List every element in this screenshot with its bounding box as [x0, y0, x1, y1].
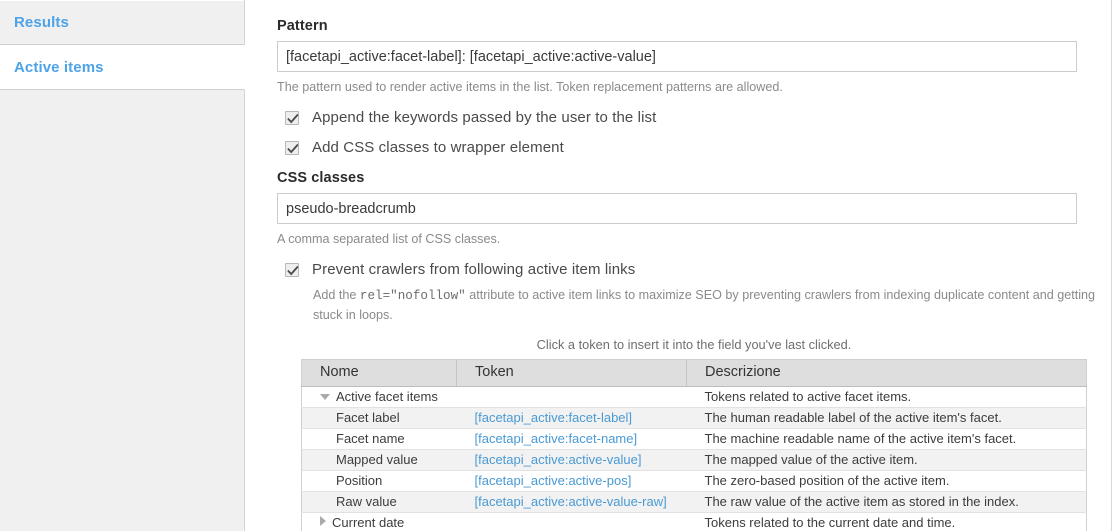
token-link[interactable]: [facetapi_active:active-pos]	[475, 473, 632, 488]
token-cell: [facetapi_active:facet-name]	[456, 428, 687, 450]
token-link[interactable]: [facetapi_active:facet-label]	[475, 410, 633, 425]
token-cell: [facetapi_active:active-value-raw]	[456, 491, 687, 513]
token-group-name: Active facet items	[301, 386, 457, 408]
token-description: The mapped value of the active item.	[686, 449, 1087, 471]
sidebar-item-active-items[interactable]: Active items	[0, 45, 245, 90]
table-row: Mapped value [facetapi_active:active-valu…	[301, 449, 1087, 471]
css-classes-description: A comma separated list of CSS classes.	[277, 232, 501, 246]
token-link[interactable]: [facetapi_active:active-value-raw]	[475, 494, 667, 509]
token-table-header-row: Nome Token Descrizione	[301, 359, 1087, 387]
token-name: Facet name	[301, 428, 457, 450]
facet-settings-page: Results Active items Pattern The pattern…	[0, 0, 1112, 531]
token-table-body: Active facet items Tokens related to acti…	[301, 386, 1087, 531]
settings-pane: Pattern The pattern used to render activ…	[246, 0, 1111, 531]
prevent-crawlers-checkbox[interactable]	[285, 262, 299, 277]
token-cell: [facetapi_active:facet-label]	[456, 407, 687, 429]
chevron-right-icon[interactable]	[320, 515, 326, 526]
token-cell	[456, 512, 687, 531]
vertical-tabs-sidebar: Results Active items	[0, 0, 245, 531]
token-group-label: Current date	[332, 514, 405, 530]
token-description: The machine readable name of the active …	[686, 428, 1087, 450]
token-cell	[456, 386, 687, 408]
checkmark-icon	[287, 265, 299, 275]
table-row: Active facet items Tokens related to acti…	[301, 386, 1087, 408]
sidebar-item-results-label: Results	[14, 14, 69, 31]
prevent-crawlers-row[interactable]: Prevent crawlers from following active i…	[277, 261, 1077, 278]
token-link[interactable]: [facetapi_active:active-value]	[475, 452, 642, 467]
sidebar-item-results[interactable]: Results	[0, 0, 244, 45]
sidebar-item-active-items-label: Active items	[14, 58, 104, 76]
append-keywords-row[interactable]: Append the keywords passed by the user t…	[277, 109, 1077, 126]
prevent-crawlers-label: Prevent crawlers from following active i…	[312, 261, 636, 278]
token-description: The zero-based position of the active it…	[686, 470, 1087, 492]
table-row: Facet name [facetapi_active:facet-name] Th…	[301, 428, 1087, 450]
add-css-classes-row[interactable]: Add CSS classes to wrapper element	[277, 139, 1077, 156]
css-classes-input[interactable]	[277, 193, 1077, 224]
add-css-classes-label: Add CSS classes to wrapper element	[312, 139, 564, 156]
token-cell: [facetapi_active:active-pos]	[456, 470, 687, 492]
token-name: Raw value	[301, 491, 457, 513]
nofollow-desc-before: Add the	[313, 288, 360, 302]
pattern-description: The pattern used to render active items …	[277, 80, 783, 94]
table-row: Position [facetapi_active:active-pos] The …	[301, 470, 1087, 492]
token-group-name: Current date	[301, 512, 457, 531]
chevron-down-icon[interactable]	[320, 393, 330, 400]
pattern-input[interactable]	[277, 41, 1077, 72]
token-browser-hint: Click a token to insert it into the fiel…	[536, 336, 852, 352]
token-description: Tokens related to the current date and t…	[686, 512, 1087, 531]
table-row: Raw value [facetapi_active:active-value-r…	[301, 491, 1087, 513]
column-header-name: Nome	[301, 359, 457, 387]
token-name: Mapped value	[301, 449, 457, 471]
table-row: Facet label [facetapi_active:facet-label]…	[301, 407, 1087, 429]
add-css-classes-checkbox[interactable]	[285, 140, 299, 155]
token-cell: [facetapi_active:active-value]	[456, 449, 687, 471]
token-description: The human readable label of the active i…	[686, 407, 1087, 429]
prevent-crawlers-description: Add the rel="nofollow" attribute to acti…	[313, 286, 1111, 325]
checkmark-icon	[287, 113, 299, 123]
css-classes-label: CSS classes	[277, 170, 365, 186]
token-description: The raw value of the active item as stor…	[686, 491, 1087, 513]
column-header-token: Token	[456, 359, 687, 387]
token-browser: Click a token to insert it into the fiel…	[301, 337, 1087, 531]
token-name: Facet label	[301, 407, 457, 429]
nofollow-desc-code: rel="nofollow"	[359, 289, 466, 303]
token-table: Nome Token Descrizione Active facet item…	[301, 358, 1087, 531]
append-keywords-checkbox[interactable]	[285, 110, 299, 125]
column-header-description: Descrizione	[686, 359, 1087, 387]
append-keywords-label: Append the keywords passed by the user t…	[312, 109, 657, 126]
table-row: Current date Tokens related to the curren…	[301, 512, 1087, 531]
pattern-label: Pattern	[277, 18, 328, 34]
token-group-label: Active facet items	[336, 388, 438, 404]
token-name: Position	[301, 470, 457, 492]
token-link[interactable]: [facetapi_active:facet-name]	[475, 431, 638, 446]
token-description: Tokens related to active facet items.	[686, 386, 1087, 408]
checkmark-icon	[287, 143, 299, 153]
